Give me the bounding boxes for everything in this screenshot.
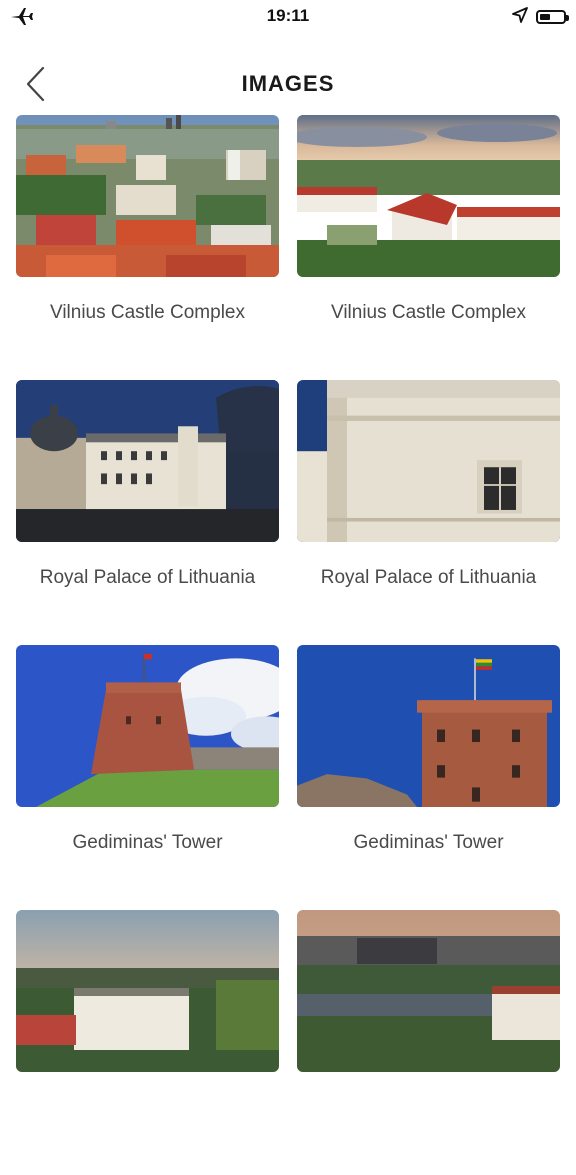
- location-arrow-icon: [512, 6, 528, 28]
- image-thumbnail: [16, 910, 279, 1072]
- image-label: Royal Palace of Lithuania: [39, 567, 256, 588]
- navigation-bar: IMAGES: [0, 56, 576, 112]
- image-card[interactable]: Gediminas' Tower: [297, 645, 560, 910]
- image-card[interactable]: Royal Palace of Lithuania: [297, 380, 560, 645]
- image-thumbnail: [297, 115, 560, 277]
- battery-icon: [536, 10, 569, 24]
- image-thumbnail: [16, 115, 279, 277]
- image-label: Vilnius Castle Complex: [330, 302, 526, 323]
- status-bar: 19:11: [0, 0, 576, 34]
- image-label: Gediminas' Tower: [72, 832, 223, 853]
- image-thumbnail: [16, 645, 279, 807]
- image-label: Gediminas' Tower: [353, 832, 504, 853]
- image-grid: Vilnius Castle Complex Vilnius Castle Co…: [16, 115, 560, 1175]
- image-card[interactable]: [297, 910, 560, 1175]
- image-card[interactable]: [16, 910, 279, 1175]
- image-card[interactable]: Vilnius Castle Complex: [297, 115, 560, 380]
- status-time: 19:11: [266, 6, 310, 25]
- image-card[interactable]: Vilnius Castle Complex: [16, 115, 279, 380]
- image-thumbnail: [297, 380, 560, 542]
- image-label: Royal Palace of Lithuania: [320, 567, 537, 588]
- image-card[interactable]: Royal Palace of Lithuania: [16, 380, 279, 645]
- image-thumbnail: [16, 380, 279, 542]
- image-thumbnail: [297, 910, 560, 1072]
- image-card[interactable]: Gediminas' Tower: [16, 645, 279, 910]
- image-label: Vilnius Castle Complex: [49, 302, 245, 323]
- page-title: IMAGES: [241, 71, 335, 96]
- image-thumbnail: [297, 645, 560, 807]
